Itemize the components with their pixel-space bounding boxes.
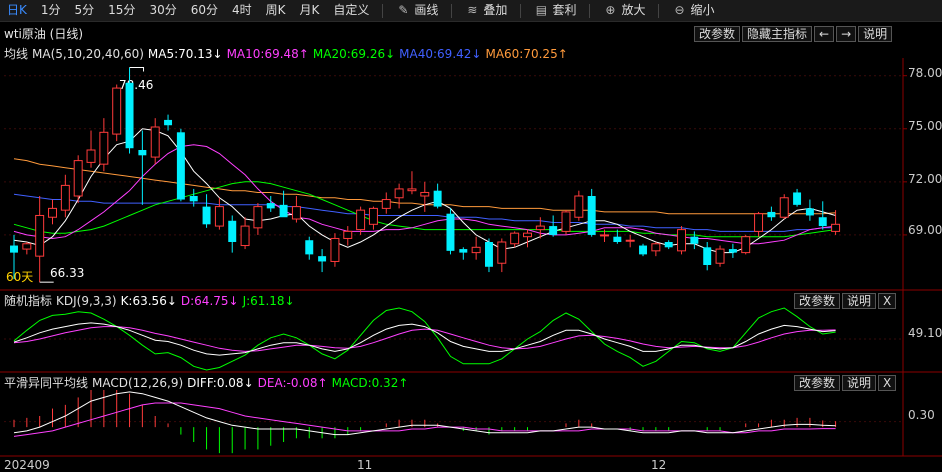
candle-body	[176, 132, 185, 200]
candle-body	[613, 236, 622, 242]
candle-body	[318, 256, 327, 262]
candle-body	[459, 249, 468, 253]
candle-body	[587, 196, 596, 235]
candle-body	[228, 220, 237, 242]
candle-body	[356, 209, 366, 231]
candle-body	[625, 239, 635, 242]
candle-body	[73, 160, 83, 197]
candle-body	[10, 245, 18, 253]
candle-body	[818, 217, 827, 227]
candle-body	[484, 242, 493, 267]
candle-body	[214, 206, 224, 227]
candle-body	[125, 82, 134, 149]
candle-body	[639, 245, 648, 255]
candle-body	[112, 87, 122, 135]
candle-body	[407, 188, 417, 192]
candle-body	[793, 192, 802, 205]
candle-body	[677, 229, 687, 252]
candle-body	[99, 131, 109, 165]
candle-body	[202, 206, 211, 225]
candle-body	[728, 249, 737, 253]
candle-body	[805, 208, 814, 216]
candle-body	[767, 211, 776, 218]
candle-body	[35, 214, 45, 257]
candle-body	[164, 119, 173, 126]
candle-body	[510, 232, 520, 245]
candle-body	[381, 199, 391, 209]
candle-body	[279, 204, 288, 218]
candle-body	[690, 236, 699, 244]
candle-body	[60, 184, 70, 211]
macd-diff-line	[13, 391, 836, 436]
candle-body	[189, 196, 198, 202]
candle-body	[48, 207, 57, 218]
candle-body	[549, 226, 558, 235]
candle-body	[368, 207, 378, 225]
candle-body	[523, 232, 532, 238]
candle-body	[651, 243, 661, 252]
candle-body	[561, 211, 571, 232]
candle-body	[831, 223, 841, 232]
candle-body	[703, 247, 712, 265]
candle-body	[253, 206, 263, 229]
candle-body	[497, 241, 507, 264]
macd-dea-line	[13, 402, 836, 437]
candle-body	[305, 240, 314, 255]
candle-body	[574, 195, 584, 218]
candle-body	[754, 213, 764, 232]
candle-body	[741, 236, 751, 254]
candle-body	[535, 225, 545, 231]
candle-body	[600, 234, 609, 237]
candle-body	[330, 237, 340, 262]
candle-body	[394, 188, 404, 199]
candle-body	[715, 248, 725, 264]
candle-body	[138, 150, 147, 156]
candle-body	[86, 149, 96, 163]
candle-body	[291, 206, 301, 220]
candle-body	[433, 190, 442, 207]
candle-body	[446, 213, 455, 251]
chart-canvas[interactable]	[0, 0, 942, 471]
candle-body	[343, 230, 353, 239]
candle-body	[266, 203, 275, 209]
high-marker	[129, 67, 145, 72]
candle-body	[150, 126, 160, 158]
candle-body	[420, 191, 430, 197]
candle-body	[22, 243, 32, 250]
candle-body	[471, 246, 481, 254]
candle-body	[779, 197, 789, 218]
candle-body	[664, 242, 673, 248]
candle-body	[240, 225, 250, 247]
